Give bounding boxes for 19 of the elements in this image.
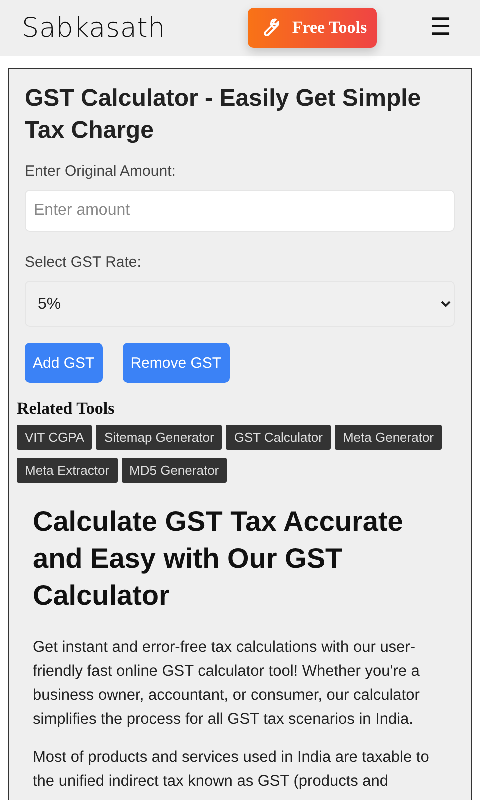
page-title: GST Calculator - Easily Get Simple Tax Charge — [25, 84, 422, 146]
field-label: Enter Original Amount: — [25, 163, 177, 180]
tool-link[interactable]: Meta Generator — [334, 425, 442, 450]
article-paragraph: Most of products and services used in India are taxable to the unified indirect tax known as GST (products and — [33, 748, 430, 792]
tool-link[interactable]: Sitemap Generator — [96, 425, 222, 450]
tool-link[interactable]: GST Calculator — [226, 425, 331, 450]
section-heading: Related Tools — [17, 399, 116, 419]
article-heading: Calculate GST Tax Accurate and Easy with Our GST Calculator — [33, 505, 404, 613]
tool-link[interactable]: VIT CGPA — [17, 425, 92, 450]
action-button[interactable]: Remove GST — [122, 343, 230, 383]
field-label: Select GST Rate: — [25, 254, 142, 271]
amount-input[interactable]: Enter amount — [25, 190, 455, 232]
article-paragraph: Get instant and error-free tax calculations with our user-friendly fast online GST calculator tool! Whether you're a business owner, accountant, or consumer, our calculator simplifies the process for all GST tax scenarios in India. — [33, 638, 421, 730]
free-tools-button[interactable]: Free Tools — [248, 8, 378, 48]
site-logo[interactable]: Sabkasath — [22, 12, 166, 44]
tool-link[interactable]: Meta Extractor — [17, 458, 118, 483]
tool-link[interactable]: MD5 Generator — [122, 458, 228, 483]
gst-rate-select[interactable]: 5% — [25, 281, 455, 327]
action-button[interactable]: Add GST — [25, 343, 103, 383]
